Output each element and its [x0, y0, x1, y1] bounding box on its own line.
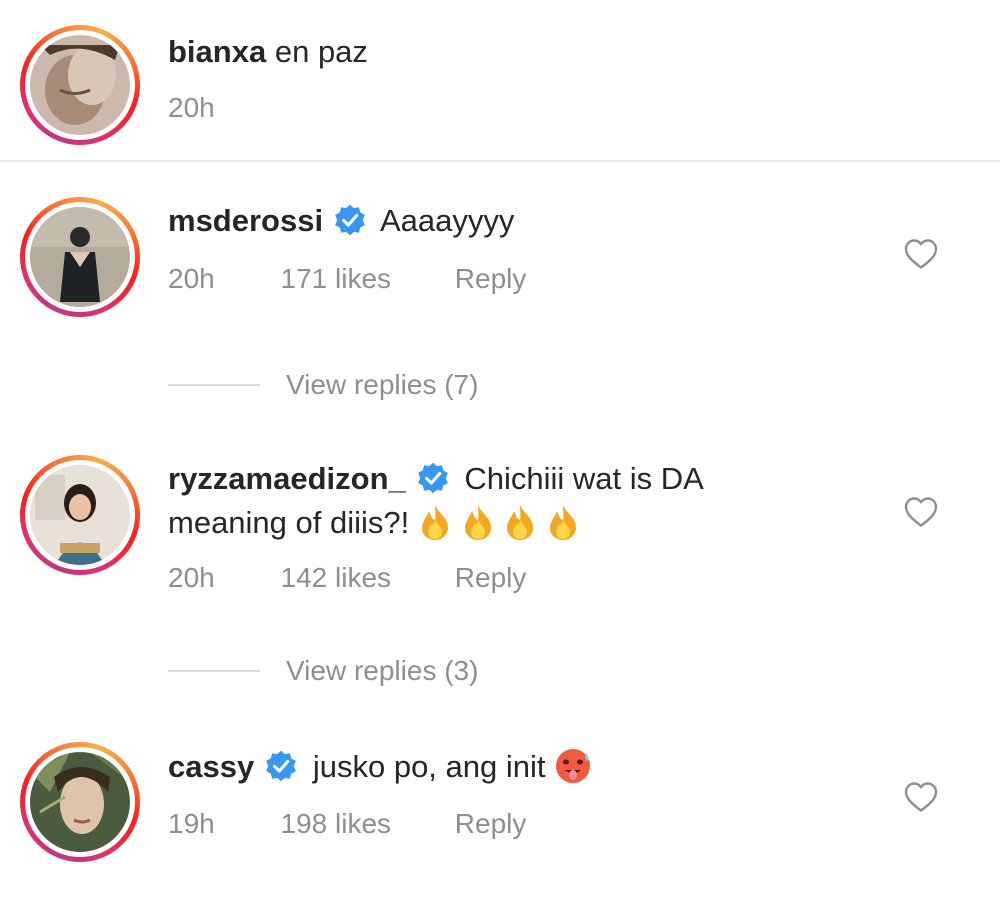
- comment-text-line: ryzzamaedizon_ Chichiii wat is DA: [168, 460, 704, 498]
- comment-row: ryzzamaedizon_ Chichiii wat is DA meanin…: [0, 443, 1000, 703]
- caption-time: 20h: [168, 92, 215, 123]
- comment-time: 20h: [168, 562, 215, 593]
- comment-username[interactable]: ryzzamaedizon_: [168, 461, 406, 496]
- comment-text: Aaaayyyy: [379, 203, 515, 238]
- comment-text-line1: Chichiii wat is DA: [464, 461, 704, 496]
- comment-text-line: msderossi Aaaayyyy: [168, 202, 514, 240]
- comment-meta: 19h 198 likes Reply: [168, 808, 526, 840]
- view-replies-button[interactable]: View replies (3): [168, 651, 568, 691]
- fire-emoji: [464, 505, 491, 540]
- caption-text-line: bianxa en paz: [168, 33, 368, 71]
- caption-username[interactable]: bianxa: [168, 34, 266, 69]
- view-replies-label: View replies (3): [286, 655, 479, 686]
- replies-divider: [168, 384, 260, 386]
- reply-button[interactable]: Reply: [455, 808, 527, 840]
- hot-face-emoji: [556, 749, 591, 783]
- view-replies-button[interactable]: View replies (7): [168, 365, 568, 405]
- heart-icon[interactable]: [903, 237, 939, 271]
- caption-meta: 20h: [168, 92, 215, 124]
- comment-likes[interactable]: 142 likes: [281, 562, 392, 594]
- view-replies-label: View replies (7): [286, 369, 479, 400]
- comment-time: 19h: [168, 808, 215, 839]
- comment-likes[interactable]: 198 likes: [281, 808, 392, 840]
- commenter-avatar[interactable]: [20, 455, 140, 575]
- caption-avatar[interactable]: [20, 25, 140, 145]
- avatar-photo-msderossi: [30, 207, 130, 307]
- comment-text-line: cassy jusko po, ang init: [168, 747, 592, 786]
- comment-row: msderossi Aaaayyyy 20h 171 likes Reply V…: [0, 185, 1000, 445]
- commenter-avatar[interactable]: [20, 197, 140, 317]
- fire-emoji: [421, 505, 448, 540]
- reply-button[interactable]: Reply: [455, 263, 527, 295]
- comment-row: cassy jusko po, ang init 19h 198 likes R…: [0, 730, 1000, 900]
- avatar-photo-ryzzamaedizon: [30, 465, 130, 565]
- comment-username[interactable]: cassy: [168, 749, 254, 784]
- comment-text-line-2: meaning of diiis?!: [168, 503, 580, 542]
- fire-emoji: [549, 505, 576, 540]
- avatar-photo-bianxa: [30, 35, 130, 135]
- heart-icon[interactable]: [903, 495, 939, 529]
- commenter-avatar[interactable]: [20, 742, 140, 862]
- caption-divider: [0, 160, 1000, 162]
- reply-button[interactable]: Reply: [455, 562, 527, 594]
- comment-meta: 20h 142 likes Reply: [168, 562, 526, 594]
- comment-username[interactable]: msderossi: [168, 203, 323, 238]
- fire-emoji: [507, 505, 534, 540]
- caption-row: bianxa en paz 20h: [0, 0, 1000, 160]
- verified-badge-icon: [335, 204, 365, 236]
- comment-time: 20h: [168, 263, 215, 294]
- verified-badge-icon: [266, 750, 297, 782]
- fire-emoji-group: [418, 505, 580, 540]
- verified-badge-icon: [417, 462, 448, 494]
- caption-text: en paz: [274, 34, 368, 69]
- comment-text: jusko po, ang init: [312, 749, 546, 784]
- comment-meta: 20h 171 likes Reply: [168, 263, 526, 295]
- replies-divider: [168, 670, 260, 672]
- avatar-photo-cassy: [30, 752, 130, 852]
- comment-likes[interactable]: 171 likes: [281, 263, 392, 295]
- heart-icon[interactable]: [903, 780, 939, 814]
- comment-text-line2: meaning of diiis?!: [168, 505, 410, 540]
